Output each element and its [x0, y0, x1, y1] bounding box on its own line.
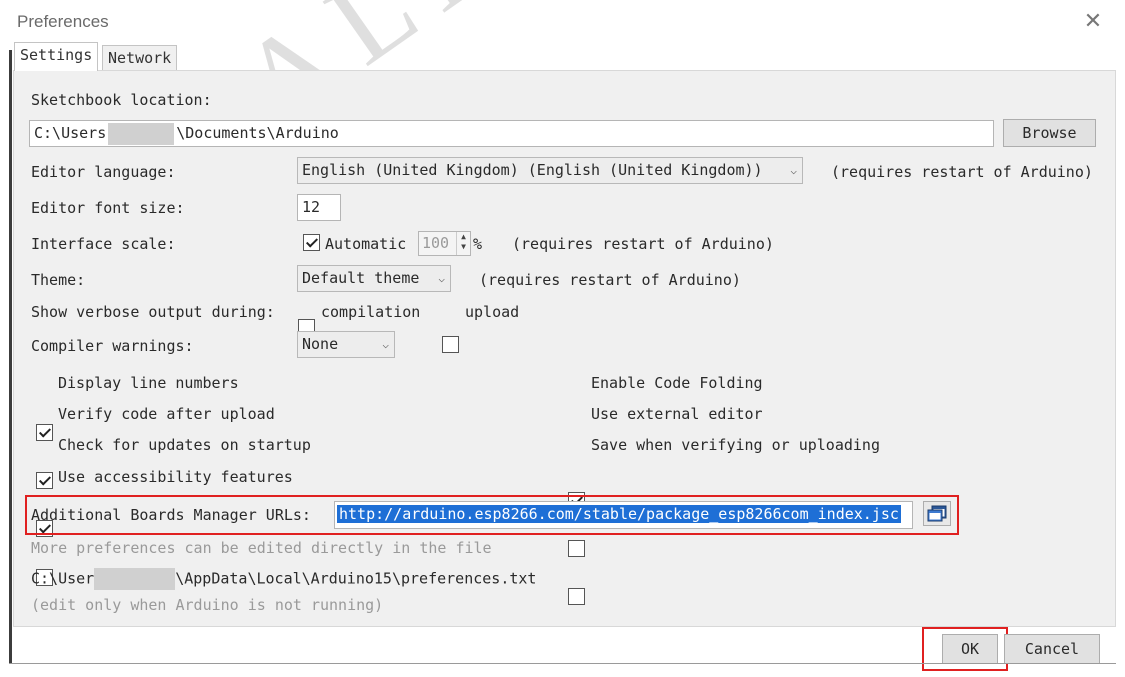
verbose-label: Show verbose output during:	[31, 303, 275, 321]
font-size-input[interactable]: 12	[297, 194, 341, 221]
chevron-down-icon: ⌵	[790, 164, 797, 177]
option-label: Save when verifying or uploading	[591, 436, 880, 454]
chevron-down-icon: ⌵	[382, 338, 389, 351]
interface-scale-label: Interface scale:	[31, 235, 176, 253]
save-on-verify-checkbox[interactable]	[568, 588, 585, 605]
editor-language-note: (requires restart of Arduino)	[831, 163, 1093, 181]
tab-settings[interactable]: Settings	[14, 42, 99, 71]
option-label: Use accessibility features	[58, 468, 293, 486]
font-size-label: Editor font size:	[31, 199, 185, 217]
window-bottom-edge	[9, 663, 1116, 664]
scale-unit: %	[473, 235, 483, 253]
redacted-username	[94, 568, 176, 590]
theme-label: Theme:	[31, 271, 86, 289]
scale-spinner-icon[interactable]: ▲ ▼	[456, 232, 470, 255]
boards-url-label: Additional Boards Manager URLs:	[31, 506, 311, 524]
window-title: Preferences	[17, 12, 109, 31]
automatic-label: Automatic	[325, 235, 407, 253]
prefs-file-path: C:\User \AppData\Local\Arduino15\preferen…	[31, 568, 536, 590]
upload-label: upload	[465, 303, 520, 321]
sketchbook-location-input[interactable]: C:\Users \Documents\Arduino	[29, 120, 994, 147]
more-prefs-note: More preferences can be edited directly …	[31, 539, 492, 557]
option-label: Use external editor	[591, 405, 763, 423]
browse-button[interactable]: Browse	[1003, 119, 1096, 147]
automatic-checkbox[interactable]	[303, 234, 320, 251]
edit-note: (edit only when Arduino is not running)	[31, 596, 384, 614]
compiler-warnings-value: None	[302, 335, 339, 353]
option-label: Verify code after upload	[58, 405, 275, 423]
boards-url-value: http://arduino.esp8266.com/stable/packag…	[337, 505, 901, 523]
cancel-button[interactable]: Cancel	[1004, 634, 1100, 664]
sketchbook-label: Sketchbook location:	[31, 91, 212, 109]
boards-url-input[interactable]: http://arduino.esp8266.com/stable/packag…	[334, 501, 913, 529]
scale-value: 100	[422, 234, 450, 252]
editor-language-label: Editor language:	[31, 163, 176, 181]
display-line-numbers-checkbox[interactable]	[36, 424, 53, 441]
option-label: Enable Code Folding	[591, 374, 763, 392]
sketchbook-path-suffix: \Documents\Arduino	[176, 124, 339, 142]
compiler-warnings-label: Compiler warnings:	[31, 337, 194, 355]
editor-language-select[interactable]: English (United Kingdom) (English (Unite…	[297, 157, 803, 184]
upload-checkbox[interactable]	[442, 336, 459, 353]
open-url-list-button[interactable]	[923, 501, 951, 526]
window-list-icon	[927, 505, 947, 522]
option-label: Check for updates on startup	[58, 436, 311, 454]
prefs-path-suffix: \AppData\Local\Arduino15\preferences.txt	[175, 569, 537, 588]
close-icon[interactable]: ✕	[1082, 10, 1104, 32]
sketchbook-path-prefix: C:\Users	[34, 124, 107, 142]
theme-select[interactable]: Default theme ⌵	[297, 265, 451, 292]
redacted-username	[108, 122, 175, 145]
window-left-edge	[9, 50, 12, 663]
compiler-warnings-select[interactable]: None ⌵	[297, 331, 395, 358]
prefs-path-prefix: C:\User	[31, 569, 95, 588]
editor-language-value: English (United Kingdom) (English (Unite…	[302, 161, 763, 179]
external-editor-checkbox[interactable]	[568, 540, 585, 557]
verify-code-checkbox[interactable]	[36, 472, 53, 489]
ok-button[interactable]: OK	[942, 634, 998, 664]
chevron-down-icon: ⌵	[438, 272, 445, 285]
interface-scale-note: (requires restart of Arduino)	[512, 235, 774, 253]
option-label: Display line numbers	[58, 374, 239, 392]
compilation-label: compilation	[321, 303, 421, 321]
theme-value: Default theme	[302, 269, 420, 287]
tab-network[interactable]: Network	[102, 45, 178, 71]
theme-note: (requires restart of Arduino)	[479, 271, 741, 289]
